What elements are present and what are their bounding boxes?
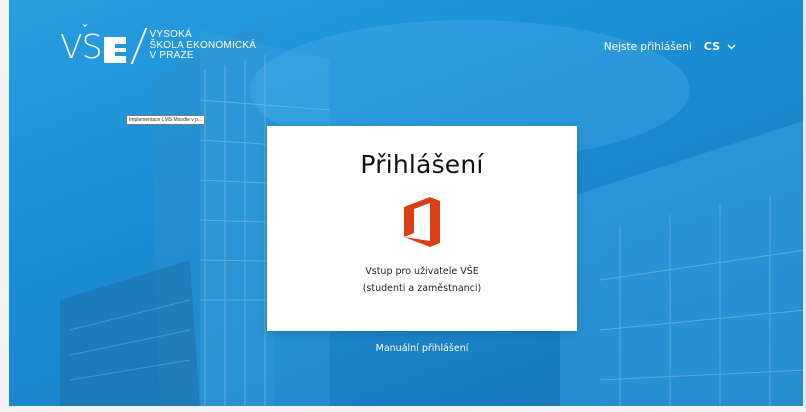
logo-vs-text: VS	[60, 26, 103, 66]
office365-icon[interactable]	[398, 195, 446, 249]
header-right: Nejste přihlášeni CS	[604, 40, 736, 53]
language-code: CS	[703, 40, 720, 53]
window-frame-bottom	[0, 406, 806, 412]
login-description-line-2[interactable]: (studenti a zaměstnanci)	[363, 280, 482, 297]
tooltip: Implementace LMS Moodle v p...	[126, 115, 206, 125]
login-page: VS ˇ VYSOKÁ ŠKOLA EKONOMICKÁ V PRAZE Nej…	[0, 0, 806, 412]
vse-logo[interactable]: VS ˇ VYSOKÁ ŠKOLA EKONOMICKÁ V PRAZE	[60, 24, 257, 66]
language-selector[interactable]: CS	[704, 40, 736, 53]
logo-caron: ˇ	[82, 22, 88, 37]
logo-e-block	[103, 36, 126, 63]
logo-slash	[130, 28, 147, 64]
login-title: Přihlášení	[360, 150, 484, 179]
login-card: Přihlášení Vstup pro uživatele VŠE (stud…	[267, 126, 577, 331]
login-status-text: Nejste přihlášeni	[603, 40, 692, 53]
logo-text: VYSOKÁ ŠKOLA EKONOMICKÁ V PRAZE	[150, 30, 257, 62]
vse-logo-mark: VS ˇ	[60, 24, 126, 66]
logo-vs-letters: VS ˇ	[60, 24, 103, 66]
chevron-down-icon	[727, 44, 736, 49]
login-description-line-1[interactable]: Vstup pro uživatele VŠE	[365, 263, 479, 280]
logo-line-3: V PRAZE	[149, 50, 194, 62]
manual-login-link[interactable]: Manuální přihlášení	[0, 343, 806, 354]
